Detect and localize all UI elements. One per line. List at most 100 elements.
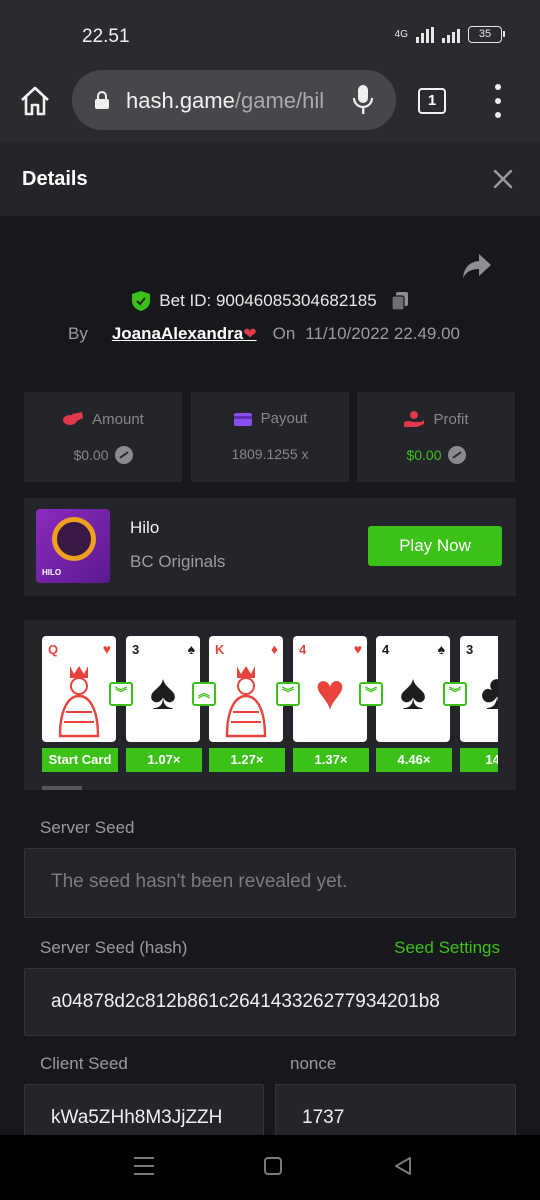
system-home-icon[interactable] — [264, 1157, 282, 1175]
client-seed-value: kWa5ZHh8M3JjZZH — [51, 1107, 223, 1128]
server-seed-hash-label: Server Seed (hash) — [40, 938, 188, 957]
card-suit-small-icon: ♥ — [353, 641, 362, 657]
amount-label: Amount — [92, 410, 144, 428]
card-suit-small-icon: ♠ — [437, 641, 445, 657]
card-rank: 3 — [466, 642, 474, 657]
game-card: HILO Hilo BC Originals Play Now — [24, 498, 516, 596]
card-rank: K — [215, 642, 225, 657]
game-provider: BC Originals — [130, 552, 226, 571]
playing-card: 4 ♥ ♥ — [293, 636, 367, 742]
payout-stat: Payout 1809.1255 x — [191, 392, 349, 482]
bet-date: 11/10/2022 22.49.00 — [305, 324, 460, 343]
card-multiplier-badge: 1.07× — [126, 748, 202, 772]
server-seed-hash-field[interactable]: a04878d2c812b861c264143326277934201b8 — [24, 968, 516, 1036]
game-thumbnail-label: HILO — [42, 568, 62, 577]
username: JoanaAlexandra — [111, 324, 244, 343]
amount-value: $0.00 — [73, 447, 109, 463]
card-rank: 4 — [299, 642, 307, 657]
game-thumbnail[interactable]: HILO — [36, 509, 110, 583]
card-multiplier-badge: 1.27× — [209, 748, 285, 772]
currency-coin-icon — [114, 446, 133, 464]
game-name: Hilo — [130, 518, 160, 537]
playing-card: 3 ♠ ♠ — [126, 636, 200, 742]
horizontal-scrollbar[interactable] — [42, 786, 82, 790]
verified-shield-icon — [132, 291, 151, 311]
card-multiplier-badge: 4.46× — [376, 748, 452, 772]
signal-icon — [416, 26, 434, 43]
microphone-icon[interactable] — [352, 84, 374, 116]
details-title: Details — [22, 168, 88, 190]
recent-apps-icon[interactable] — [134, 1157, 154, 1175]
lower-arrow-icon: ︾ — [443, 682, 467, 706]
card-multiplier-badge: 1.37× — [293, 748, 369, 772]
home-icon[interactable] — [18, 84, 52, 118]
server-seed-label: Server Seed — [40, 818, 135, 837]
by-label: By — [68, 324, 88, 343]
system-navigation-bar — [0, 1135, 540, 1200]
currency-coin-icon — [447, 446, 466, 464]
card-suit-small-icon: ♦ — [270, 641, 278, 657]
wallet-icon — [233, 412, 252, 426]
copy-icon[interactable] — [391, 291, 409, 311]
lower-arrow-icon: ︾ — [109, 682, 133, 706]
bet-id: Bet ID: 90046085304682185 — [159, 291, 377, 310]
url-host: hash.game — [126, 88, 235, 113]
share-icon[interactable] — [462, 252, 492, 280]
details-header: Details — [0, 142, 540, 216]
status-icons: 4G 35 — [394, 26, 505, 43]
network-type-label: 4G — [394, 29, 408, 40]
seed-settings-link[interactable]: Seed Settings — [394, 938, 500, 958]
card-rank: 4 — [382, 642, 390, 657]
profit-value: $0.00 — [406, 447, 442, 463]
amount-stat: Amount $0.00 — [24, 392, 182, 482]
playing-card: 4 ♠ ♠ — [376, 636, 450, 742]
server-seed-field: The seed hasn't been revealed yet. — [24, 848, 516, 918]
card-multiplier-badge: 14.5 — [460, 748, 498, 772]
card-multiplier-badge: Start Card — [42, 748, 118, 772]
username-link[interactable]: JoanaAlexandra❤ — [112, 324, 257, 344]
url-text[interactable]: hash.game/game/hil — [126, 88, 346, 114]
lower-arrow-icon: ︾ — [359, 682, 383, 706]
status-time: 22.51 — [82, 26, 130, 47]
card-suit-small-icon: ♥ — [102, 641, 111, 657]
address-bar[interactable]: hash.game/game/hil — [72, 70, 396, 130]
nonce-label: nonce — [290, 1054, 337, 1073]
playing-card: K ♦ — [209, 636, 283, 742]
playing-card: Q ♥ — [42, 636, 116, 742]
back-icon[interactable] — [392, 1155, 414, 1177]
card-suit-large-icon: ♠ — [149, 664, 177, 720]
server-seed-value: The seed hasn't been revealed yet. — [51, 871, 348, 892]
face-card-figure-icon — [225, 666, 267, 738]
card-suit-large-icon: ♠ — [399, 664, 427, 720]
nonce-value: 1737 — [302, 1107, 345, 1128]
card-suit-small-icon: ♠ — [187, 641, 195, 657]
on-label: On — [272, 324, 296, 343]
card-rank: 3 — [132, 642, 140, 657]
tab-switcher-button[interactable]: 1 — [418, 88, 446, 114]
profit-stat: Profit $0.00 — [357, 392, 515, 482]
card-rank: Q — [48, 642, 59, 657]
higher-arrow-icon: ︽ — [192, 682, 216, 706]
coins-icon — [63, 412, 84, 425]
card-history-panel[interactable]: Q ♥ Start Card 3 ♠ ♠ ︾ 1.07× K ♦ ︽ 1.27× 4 ♥ ♥ ︾ 1.37× 4 ♠… — [24, 620, 516, 790]
overflow-menu-icon[interactable] — [490, 84, 506, 118]
heart-icon: ❤ — [243, 326, 257, 343]
signal-icon-secondary — [442, 27, 460, 43]
battery-icon: 35 — [468, 26, 505, 43]
payout-value: 1809.1255 x — [231, 446, 309, 462]
hilo-logo-icon — [52, 517, 96, 561]
lower-arrow-icon: ︾ — [276, 682, 300, 706]
bet-author-row: By JoanaAlexandra❤ On 11/10/2022 22.49.0… — [68, 324, 460, 344]
payout-label: Payout — [260, 410, 308, 427]
lock-icon — [95, 91, 109, 109]
card-history-track[interactable]: Q ♥ Start Card 3 ♠ ♠ ︾ 1.07× K ♦ ︽ 1.27× 4 ♥ ♥ ︾ 1.37× 4 ♠… — [42, 636, 498, 776]
play-now-button[interactable]: Play Now — [368, 526, 502, 566]
client-seed-label: Client Seed — [40, 1054, 128, 1073]
card-suit-large-icon: ♥ — [315, 664, 345, 720]
url-path: /game/hil — [234, 88, 325, 113]
browser-toolbar: hash.game/game/hil 1 — [0, 60, 540, 142]
hand-coin-icon — [404, 411, 425, 427]
profit-label: Profit — [433, 410, 469, 428]
server-seed-hash-value: a04878d2c812b861c264143326277934201b8 — [51, 991, 440, 1012]
close-icon[interactable] — [492, 168, 514, 190]
